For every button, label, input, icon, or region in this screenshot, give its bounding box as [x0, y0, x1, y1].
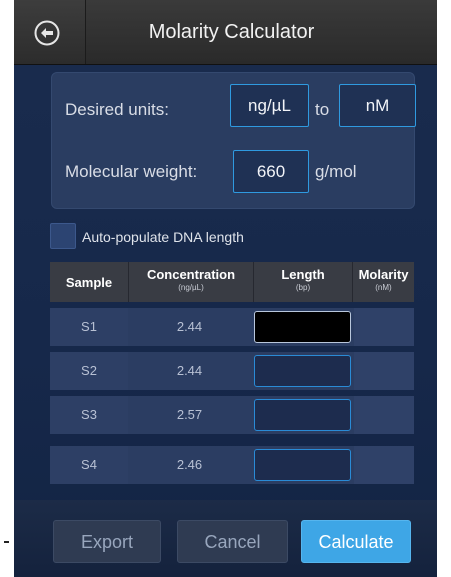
- column-header-concentration: Concentration (ng/µL): [128, 262, 253, 302]
- calculate-button[interactable]: Calculate: [301, 520, 411, 563]
- length-input[interactable]: [254, 449, 351, 481]
- molarity-cell: [354, 352, 414, 390]
- to-unit-select[interactable]: nM: [339, 84, 416, 127]
- desired-units-label: Desired units:: [65, 100, 169, 119]
- auto-populate-label: Auto-populate DNA length: [82, 229, 244, 245]
- table-row: S4 2.46: [50, 446, 414, 484]
- concentration-cell: 2.44: [176, 319, 203, 334]
- title-bar: Molarity Calculator: [14, 0, 437, 65]
- column-header-sample: Sample: [65, 275, 113, 290]
- column-header-molarity: Molarity (nM): [352, 262, 414, 302]
- export-button[interactable]: Export: [53, 520, 161, 563]
- margin-mark: [4, 541, 9, 543]
- arrow-left-circle-icon: [34, 20, 60, 46]
- molarity-calculator-window: Molarity Calculator Desired units: ng/µL…: [14, 0, 437, 577]
- molarity-cell: [354, 446, 414, 484]
- molecular-weight-unit: g/mol: [315, 162, 357, 181]
- length-input[interactable]: [254, 311, 351, 343]
- from-unit-select[interactable]: ng/µL: [230, 84, 309, 127]
- sample-cell: S2: [50, 352, 128, 390]
- page-title: Molarity Calculator: [148, 21, 315, 43]
- concentration-cell: 2.57: [176, 407, 203, 422]
- back-button[interactable]: [14, 0, 86, 64]
- cancel-button[interactable]: Cancel: [177, 520, 288, 563]
- table-row: S3 2.57: [50, 396, 414, 434]
- molecular-weight-input[interactable]: 660: [233, 150, 309, 193]
- table-row: S1 2.44: [50, 308, 414, 346]
- column-header-length: Length (bp): [253, 262, 352, 302]
- molarity-cell: [354, 308, 414, 346]
- length-input[interactable]: [254, 399, 351, 431]
- to-label: to: [315, 100, 330, 119]
- length-input[interactable]: [254, 355, 351, 387]
- concentration-cell: 2.46: [176, 457, 203, 472]
- molarity-cell: [354, 396, 414, 434]
- table-row: S2 2.44: [50, 352, 414, 390]
- sample-cell: S3: [50, 396, 128, 434]
- settings-panel: Desired units: ng/µL to nM Molecular wei…: [51, 72, 416, 209]
- concentration-cell: 2.44: [176, 363, 203, 378]
- molecular-weight-label: Molecular weight:: [65, 162, 198, 181]
- sample-cell: S1: [50, 308, 128, 346]
- auto-populate-checkbox[interactable]: [50, 223, 76, 249]
- table-header: Sample Concentration (ng/µL) Length (bp)…: [50, 262, 414, 302]
- sample-cell: S4: [50, 446, 128, 484]
